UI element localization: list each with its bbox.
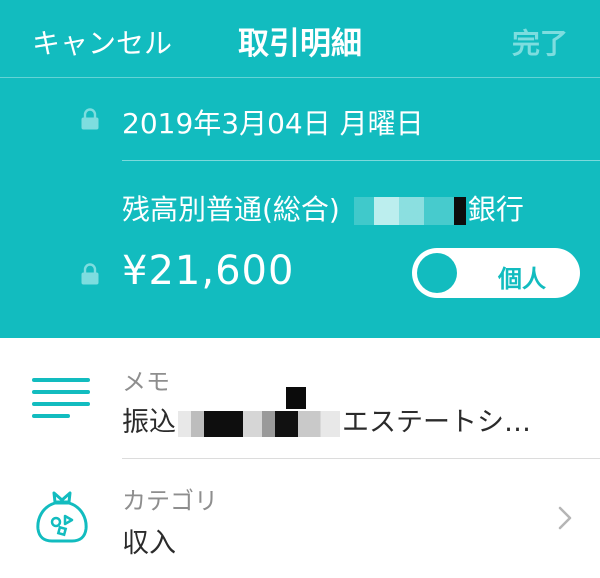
divider (122, 160, 600, 161)
money-bag-icon (32, 489, 92, 545)
lock-icon (80, 108, 100, 130)
chevron-right-icon (556, 505, 574, 531)
navigation-bar: キャンセル 取引明細 完了 (0, 0, 600, 78)
toggle-knob (417, 253, 457, 293)
transaction-date: 2019年3月04日 月曜日 (122, 107, 424, 140)
page-title: 取引明細 (0, 18, 600, 63)
account-name: 残高別普通(総合) 銀行 (122, 188, 524, 228)
amount-value: ¥21,600 (122, 248, 295, 294)
account-prefix: 残高別普通(総合) (122, 193, 340, 226)
category-label: カテゴリ (122, 487, 218, 515)
category-row[interactable]: カテゴリ 収入 (0, 459, 600, 578)
done-button[interactable]: 完了 (512, 22, 568, 62)
memo-value-suffix: エステートシ… (342, 407, 531, 438)
memo-label: メモ (122, 368, 170, 396)
memo-value-prefix: 振込 (122, 407, 176, 438)
personal-toggle[interactable]: 個人 (412, 248, 580, 298)
memo-row[interactable]: メモ 振込 エステートシ… (0, 338, 600, 458)
lock-icon (80, 263, 100, 285)
transaction-header: キャンセル 取引明細 完了 2019年3月04日 月曜日 残高別普通(総合) 銀行… (0, 0, 600, 338)
redaction-mask (178, 386, 340, 437)
account-suffix: 銀行 (467, 193, 524, 226)
redaction-mask (353, 197, 454, 225)
redaction-mask (453, 197, 466, 225)
lines-icon (32, 378, 90, 418)
toggle-label: 個人 (498, 265, 546, 293)
page-title-text: 取引明細 (238, 26, 362, 62)
category-value: 収入 (122, 528, 176, 559)
memo-value: 振込 エステートシ… (122, 386, 531, 439)
date-row[interactable]: 2019年3月04日 月曜日 (0, 80, 600, 160)
